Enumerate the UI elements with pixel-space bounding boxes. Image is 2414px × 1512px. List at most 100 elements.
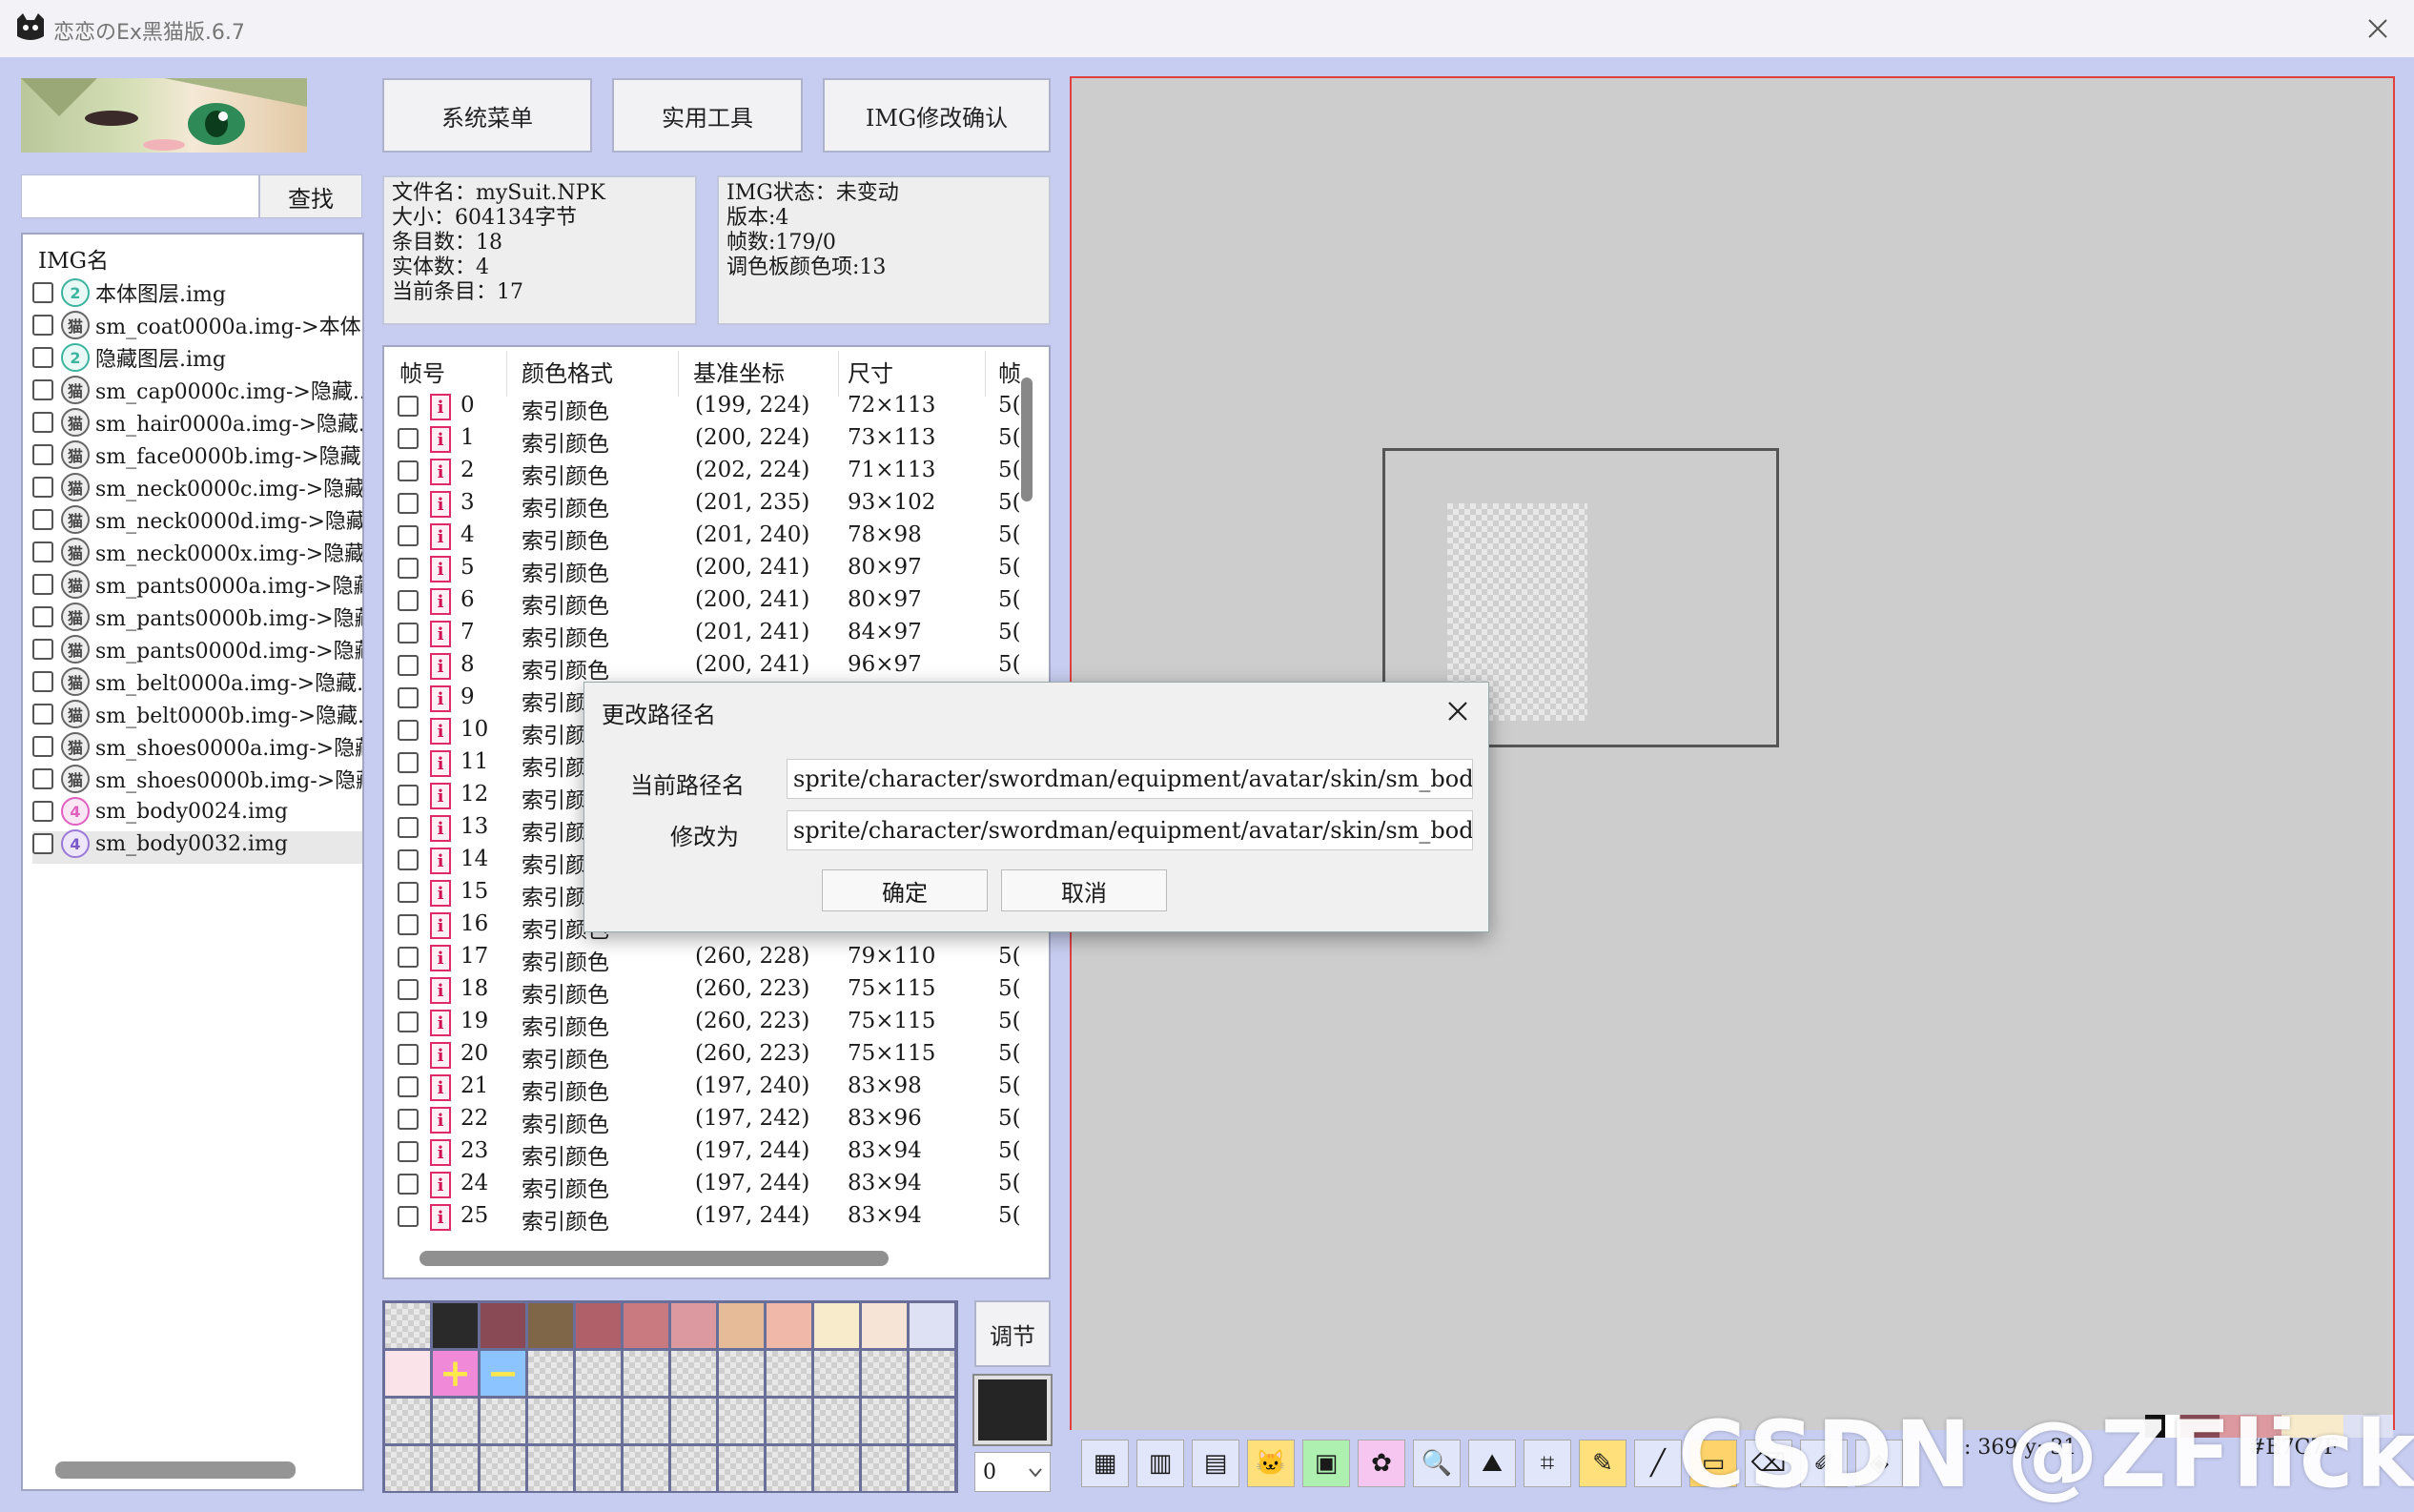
palette-swatch-empty[interactable] [862,1446,907,1491]
img-checkbox[interactable] [32,704,53,725]
img-list-item[interactable]: 猫 sm_cap0000c.img->隐藏.. [32,374,362,406]
col-header-frame[interactable]: 帧号 [399,355,445,388]
palette-swatch-empty[interactable] [719,1446,764,1491]
col-header-format[interactable]: 颜色格式 [522,355,613,388]
img-list-item[interactable]: 猫 sm_hair0000a.img->隐藏. [32,406,362,439]
palette-swatch-empty[interactable] [767,1399,811,1443]
pencil-icon[interactable]: ✎ [1579,1440,1626,1487]
frame-row[interactable]: i 25 索引颜色 (197, 244) 83×94 5( [384,1201,1033,1235]
paw-icon[interactable]: ✿ [1358,1440,1405,1487]
img-checkbox[interactable] [32,315,53,336]
frame-checkbox[interactable] [398,655,419,676]
palette-swatch-empty[interactable] [910,1399,954,1443]
cat-icon[interactable]: 🐱 [1247,1440,1295,1487]
window-close-button[interactable] [2351,4,2404,53]
frame-checkbox[interactable] [398,493,419,514]
palette-icon[interactable]: ▥ [1136,1440,1184,1487]
palette-swatch[interactable] [910,1303,954,1348]
frame-checkbox[interactable] [398,914,419,935]
palette-swatch-empty[interactable] [528,1351,573,1396]
frame-checkbox[interactable] [398,882,419,903]
frame-checkbox[interactable] [398,1076,419,1097]
img-list-item[interactable]: 2 本体图层.img [32,276,362,309]
palette-swatch-empty[interactable] [671,1446,716,1491]
frame-row[interactable]: i 18 索引颜色 (260, 223) 75×115 5( [384,974,1033,1008]
frame-row[interactable]: i 23 索引颜色 (197, 244) 83×94 5( [384,1136,1033,1170]
dialog-close-button[interactable] [1441,694,1475,728]
frame-row[interactable]: i 5 索引颜色 (200, 241) 80×97 5( [384,553,1033,586]
img-checkbox[interactable] [32,736,53,757]
current-path-field[interactable]: sprite/character/swordman/equipment/avat… [787,759,1473,799]
palette-swatch[interactable] [576,1303,621,1348]
img-checkbox[interactable] [32,574,53,595]
palette-swatch[interactable] [814,1303,859,1348]
img-checkbox[interactable] [32,412,53,433]
frame-checkbox[interactable] [398,1174,419,1195]
img-list-item[interactable]: 猫 sm_neck0000x.img->隐藏. [32,536,362,568]
tools-button[interactable]: 实用工具 [612,78,803,153]
img-checkbox[interactable] [32,509,53,530]
frame-checkbox[interactable] [398,460,419,481]
frame-checkbox[interactable] [398,1206,419,1227]
img-confirm-button[interactable]: IMG修改确认 [823,78,1051,153]
img-list-item[interactable]: 4 sm_body0024.img [32,795,362,828]
frame-checkbox[interactable] [398,752,419,773]
palette-swatch-empty[interactable] [528,1399,573,1443]
frame-row[interactable]: i 4 索引颜色 (201, 240) 78×98 5( [384,521,1033,554]
palette-swatch[interactable] [719,1303,764,1348]
remove-color-icon[interactable]: − [481,1351,525,1396]
img-list-item[interactable]: 猫 sm_pants0000a.img->隐藏 [32,568,362,601]
frame-checkbox[interactable] [398,396,419,417]
palette-swatch-empty[interactable] [814,1399,859,1443]
palette-swatch[interactable] [624,1303,668,1348]
img-list-item[interactable]: 猫 sm_pants0000d.img->隐藏 [32,633,362,665]
palette-swatch-empty[interactable] [481,1399,525,1443]
img-checkbox[interactable] [32,768,53,789]
frame-checkbox[interactable] [398,623,419,644]
palette-swatch[interactable] [433,1303,478,1348]
line-icon[interactable]: ╱ [1634,1440,1682,1487]
palette-swatch-empty[interactable] [624,1399,668,1443]
img-checkbox[interactable] [32,379,53,400]
add-color-icon[interactable]: + [433,1351,478,1396]
palette-swatch-empty[interactable] [433,1399,478,1443]
palette-swatch-empty[interactable] [910,1351,954,1396]
frame-row[interactable]: i 8 索引颜色 (200, 241) 96×97 5( [384,650,1033,684]
magnifier-icon[interactable]: 🔍 [1413,1440,1461,1487]
new-path-field[interactable]: sprite/character/swordman/equipment/avat… [787,810,1473,850]
frame-row[interactable]: i 1 索引颜色 (200, 224) 73×113 5( [384,423,1033,457]
palette-swatch-empty[interactable] [576,1446,621,1491]
img-list-item[interactable]: 猫 sm_neck0000d.img->隐藏. [32,503,362,536]
sheet-icon[interactable]: ▦ [1081,1440,1129,1487]
palette-swatch-empty[interactable] [671,1399,716,1443]
img-checkbox[interactable] [32,606,53,627]
img-list-item[interactable]: 猫 sm_coat0000a.img->本体. [32,309,362,341]
layers-icon[interactable]: ⛰ [1468,1440,1516,1487]
frame-row[interactable]: i 24 索引颜色 (197, 244) 83×94 5( [384,1169,1033,1202]
frame-row[interactable]: i 6 索引颜色 (200, 241) 80×97 5( [384,585,1033,619]
img-checkbox[interactable] [32,444,53,465]
img-checkbox[interactable] [32,671,53,692]
frame-row[interactable]: i 21 索引颜色 (197, 240) 83×98 5( [384,1072,1033,1105]
frame-checkbox[interactable] [398,428,419,449]
adjust-button[interactable]: 调节 [974,1300,1051,1367]
img-list-item[interactable]: 猫 sm_belt0000a.img->隐藏. [32,665,362,698]
img-checkbox[interactable] [32,541,53,562]
img-checkbox[interactable] [32,347,53,368]
frame-row[interactable]: i 7 索引颜色 (201, 241) 84×97 5( [384,618,1033,651]
frame-row[interactable]: i 3 索引颜色 (201, 235) 93×102 5( [384,488,1033,521]
frame-checkbox[interactable] [398,720,419,741]
frame-table-vscroll[interactable] [1021,378,1033,501]
camera-icon[interactable]: ▣ [1302,1440,1350,1487]
palette-swatch[interactable] [671,1303,716,1348]
frame-checkbox[interactable] [398,947,419,968]
system-menu-button[interactable]: 系统菜单 [382,78,592,153]
frame-table-hscroll[interactable] [419,1251,889,1266]
img-checkbox[interactable] [32,639,53,660]
col-header-base[interactable]: 基准坐标 [693,355,785,388]
palette-swatch-empty[interactable] [862,1399,907,1443]
img-list[interactable]: IMG名 2 本体图层.img 猫 sm_coat0000a.img->本体. 2 隐藏图… [21,233,364,1491]
frame-checkbox[interactable] [398,1044,419,1065]
palette-swatch-empty[interactable] [385,1303,430,1348]
img-list-item[interactable]: 猫 sm_shoes0000b.img->隐藏 [32,763,362,795]
